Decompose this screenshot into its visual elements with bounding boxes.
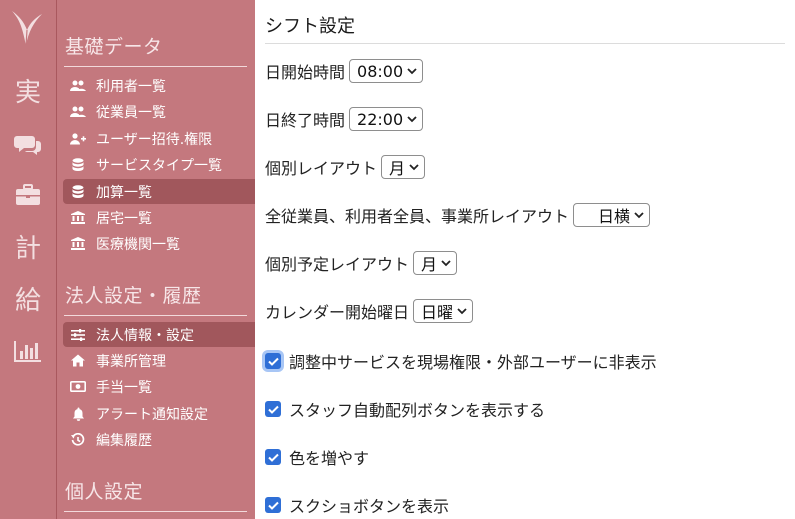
sidebar-item-corporate-info[interactable]: 法人情報・設定 xyxy=(63,322,255,347)
database-icon xyxy=(69,157,87,172)
chevron-down-icon xyxy=(457,307,467,315)
app-logo-icon[interactable] xyxy=(8,8,46,48)
sidebar-item-allowance-list[interactable]: 手当一覧 xyxy=(63,374,255,399)
setting-label: 個別レイアウト xyxy=(265,159,378,178)
sidebar-item-users-list[interactable]: 利用者一覧 xyxy=(63,73,255,98)
chevron-down-icon xyxy=(407,67,417,75)
sliders-icon xyxy=(69,328,87,342)
sidebar-item-user-invite[interactable]: ユーザー招待.権限 xyxy=(63,126,255,151)
setting-day-start: 日開始時間 08:00 xyxy=(265,59,424,83)
chat-icon[interactable] xyxy=(0,133,56,161)
sidebar-item-staff-list[interactable]: 従業員一覧 xyxy=(63,99,255,124)
setting-schedule-layout: 個別予定レイアウト 月 xyxy=(265,251,458,275)
checkbox-label: スタッフ自動配列ボタンを表示する xyxy=(289,401,546,420)
sidebar-section-title: 基礎データ xyxy=(65,36,163,58)
chevron-down-icon xyxy=(634,211,644,219)
users-icon xyxy=(69,79,87,93)
day-start-select[interactable]: 08:00 xyxy=(349,59,424,83)
sidebar-item-label: 加算一覧 xyxy=(96,184,152,201)
sidebar-item-label: 従業員一覧 xyxy=(96,104,166,121)
bar-chart-icon[interactable] xyxy=(0,339,56,367)
hide-adjusting-checkbox[interactable] xyxy=(265,353,281,369)
sidebar-item-label: 編集履歴 xyxy=(96,432,152,449)
page-title: シフト設定 xyxy=(265,16,355,37)
money-icon xyxy=(69,380,87,394)
building-icon xyxy=(69,237,87,251)
sidebar: 基礎データ 利用者一覧 従業員一覧 ユーザー招待.権限 サービスタイプ一覧 加算… xyxy=(57,0,255,519)
checkbox-label: 色を増やす xyxy=(289,449,370,468)
user-plus-icon xyxy=(69,132,87,146)
sidebar-item-edit-history[interactable]: 編集履歴 xyxy=(63,427,255,452)
rail-item-keikaku[interactable]: 計 xyxy=(0,234,56,264)
chevron-down-icon xyxy=(409,163,419,171)
section-divider xyxy=(64,511,247,512)
rail-item-kyuyo[interactable]: 給 xyxy=(0,286,56,316)
sidebar-item-alert-settings[interactable]: アラート通知設定 xyxy=(63,401,255,426)
home-icon xyxy=(69,354,87,368)
rail-item-jisseki[interactable]: 実 xyxy=(0,78,56,108)
users-icon xyxy=(69,105,87,119)
option-screenshot-button: スクショボタンを表示 xyxy=(265,493,449,517)
sidebar-item-label: 法人情報・設定 xyxy=(96,327,194,344)
sidebar-item-home-care-list[interactable]: 居宅一覧 xyxy=(63,205,255,230)
setting-label: 日開始時間 xyxy=(265,63,346,82)
briefcase-icon[interactable] xyxy=(0,183,56,211)
sidebar-item-label: 利用者一覧 xyxy=(96,78,166,95)
setting-all-layout: 全従業員、利用者全員、事業所レイアウト 日横 xyxy=(265,203,651,227)
setting-day-end: 日終了時間 22:00 xyxy=(265,107,424,131)
setting-label: カレンダー開始曜日 xyxy=(265,303,410,322)
setting-calendar-start: カレンダー開始曜日 日曜 xyxy=(265,299,474,323)
calendar-start-select[interactable]: 日曜 xyxy=(413,299,474,323)
sidebar-section-title: 法人設定・履歴 xyxy=(65,285,202,307)
section-divider xyxy=(64,66,247,67)
sidebar-item-label: 事業所管理 xyxy=(96,353,166,370)
setting-label: 全従業員、利用者全員、事業所レイアウト xyxy=(265,207,570,226)
sidebar-item-label: ユーザー招待.権限 xyxy=(96,131,213,148)
chevron-down-icon xyxy=(441,259,451,267)
bell-icon xyxy=(69,407,87,421)
icon-rail: 実 計 給 xyxy=(0,0,56,519)
screenshot-button-checkbox[interactable] xyxy=(265,497,281,513)
history-icon xyxy=(69,432,87,447)
sidebar-item-label: 手当一覧 xyxy=(96,379,152,396)
individual-layout-select[interactable]: 月 xyxy=(381,155,426,179)
setting-individual-layout: 個別レイアウト 月 xyxy=(265,155,426,179)
option-hide-adjusting: 調整中サービスを現場権限・外部ユーザーに非表示 xyxy=(265,349,657,373)
title-divider xyxy=(265,43,785,44)
sidebar-item-service-types[interactable]: サービスタイプ一覧 xyxy=(63,152,255,177)
chevron-down-icon xyxy=(407,115,417,123)
sidebar-item-label: 居宅一覧 xyxy=(96,210,152,227)
day-end-select[interactable]: 22:00 xyxy=(349,107,424,131)
sidebar-item-addition-list[interactable]: 加算一覧 xyxy=(63,179,255,204)
checkbox-label: スクショボタンを表示 xyxy=(289,497,450,516)
building-icon xyxy=(69,211,87,225)
more-colors-checkbox[interactable] xyxy=(265,449,281,465)
setting-label: 個別予定レイアウト xyxy=(265,255,410,274)
database-icon xyxy=(69,184,87,199)
sidebar-item-label: サービスタイプ一覧 xyxy=(96,157,222,174)
schedule-layout-select[interactable]: 月 xyxy=(413,251,458,275)
section-divider xyxy=(64,315,247,316)
checkbox-label: 調整中サービスを現場権限・外部ユーザーに非表示 xyxy=(289,353,657,372)
sidebar-item-office-management[interactable]: 事業所管理 xyxy=(63,348,255,373)
sidebar-item-medical-list[interactable]: 医療機関一覧 xyxy=(63,231,255,256)
sidebar-item-label: アラート通知設定 xyxy=(96,406,208,423)
setting-label: 日終了時間 xyxy=(265,111,346,130)
option-more-colors: 色を増やす xyxy=(265,445,369,469)
sidebar-item-label: 医療機関一覧 xyxy=(96,236,180,253)
auto-arrange-checkbox[interactable] xyxy=(265,401,281,417)
main-content: シフト設定 日開始時間 08:00 日終了時間 22:00 個別レイアウト 月 … xyxy=(265,0,795,519)
all-layout-select[interactable]: 日横 xyxy=(573,203,651,227)
option-auto-arrange: スタッフ自動配列ボタンを表示する xyxy=(265,397,545,421)
sidebar-section-title: 個人設定 xyxy=(65,481,144,503)
